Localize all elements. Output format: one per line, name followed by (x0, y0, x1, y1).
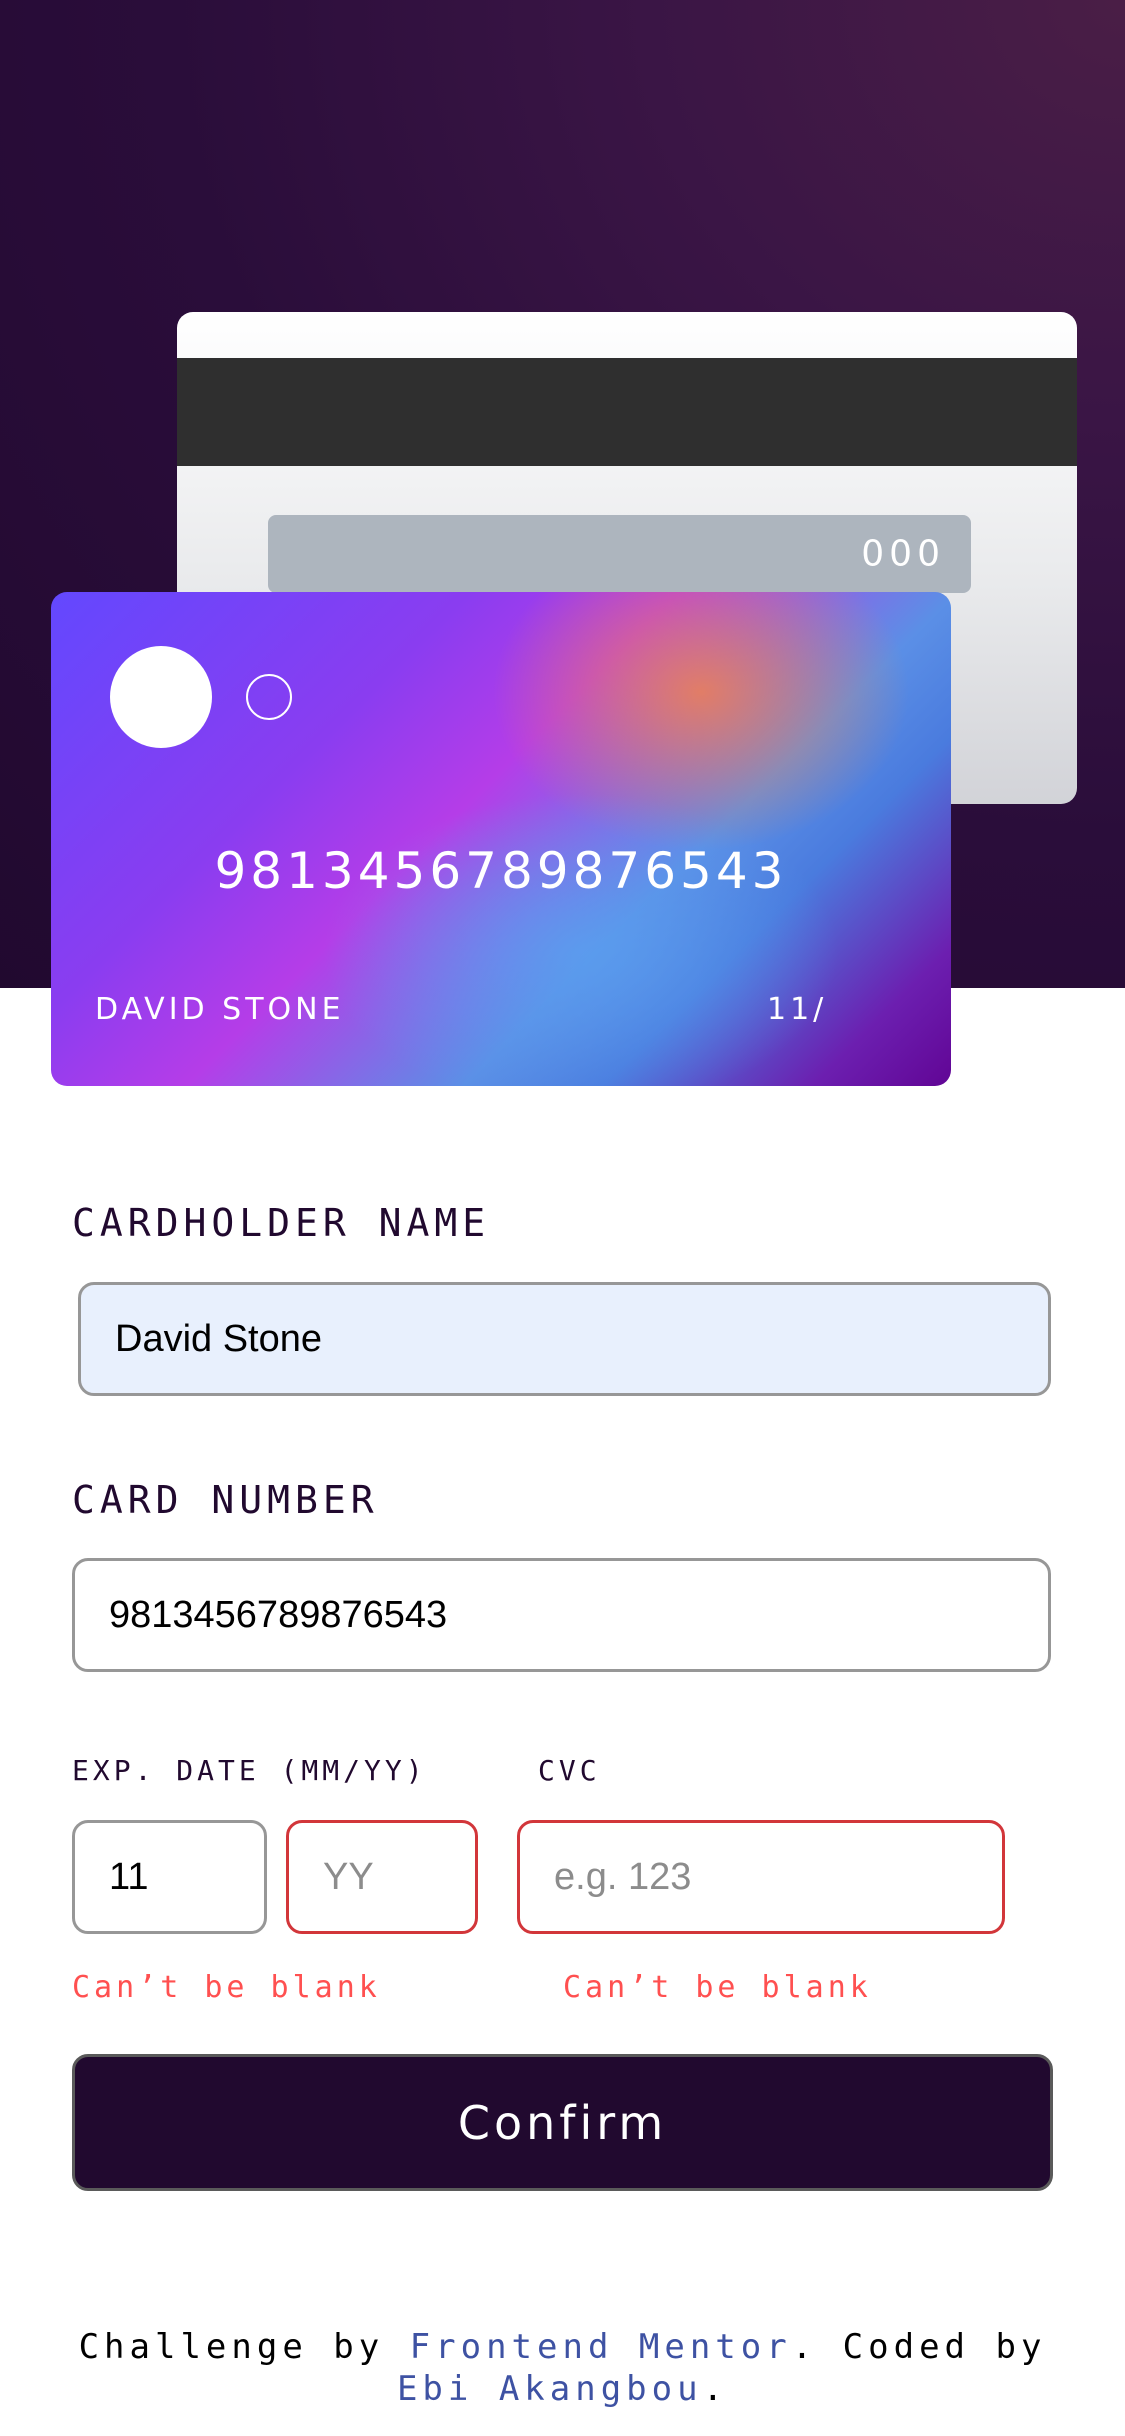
cardholder-name-input[interactable] (78, 1282, 1051, 1396)
card-front: 9813456789876543 DAVID STONE 11/ (51, 592, 951, 1086)
cvc-input[interactable] (517, 1820, 1005, 1934)
confirm-button[interactable]: Confirm (72, 2054, 1053, 2191)
exp-year-input[interactable] (286, 1820, 478, 1934)
card-number-label: CARD NUMBER (72, 1478, 379, 1522)
cvc-error-message: Can’t be blank (563, 1970, 872, 2005)
cardholder-name-label: CARDHOLDER NAME (72, 1201, 491, 1245)
frontend-mentor-link[interactable]: Frontend Mentor (410, 2327, 792, 2367)
card-logo-circle-icon (110, 646, 212, 748)
card-exp-display: 11/ (767, 992, 828, 1027)
exp-month-input[interactable] (72, 1820, 267, 1934)
signature-strip: 000 (268, 515, 971, 593)
exp-error-message: Can’t be blank (72, 1970, 381, 2005)
card-logo-ring-icon (246, 674, 292, 720)
card-number-display: 9813456789876543 (214, 842, 788, 900)
author-link[interactable]: Ebi Akangbou (397, 2369, 703, 2409)
card-holder-display: DAVID STONE (95, 992, 345, 1027)
attribution-footer: Challenge by Frontend Mentor. Coded by E… (78, 2327, 1047, 2409)
cvc-label: CVC (538, 1754, 601, 1787)
card-cvc: 000 (861, 533, 945, 575)
magnetic-stripe (177, 358, 1077, 466)
exp-date-label: EXP. DATE (MM/YY) (72, 1754, 427, 1787)
card-number-input[interactable] (72, 1558, 1051, 1672)
